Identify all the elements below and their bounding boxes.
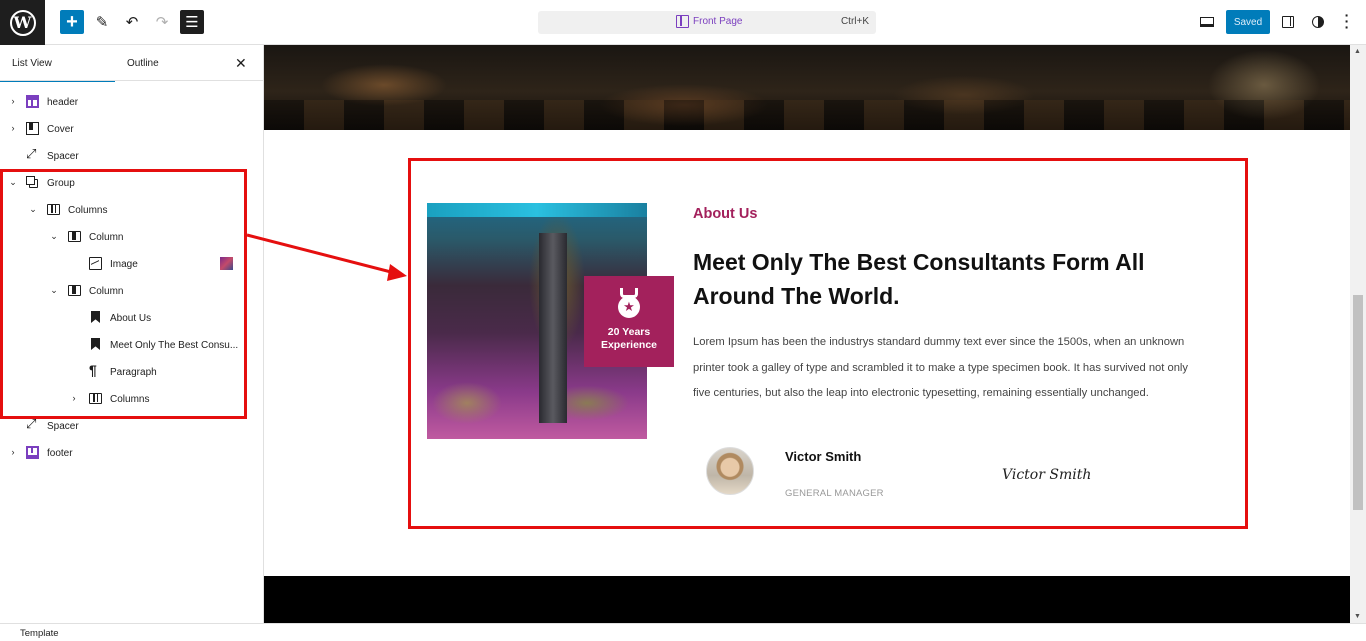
command-palette-bar[interactable]: Front Page Ctrl+K <box>538 11 876 34</box>
tab-outline[interactable]: Outline <box>127 45 159 81</box>
cover-icon <box>26 122 39 135</box>
wordpress-logo-button[interactable]: W <box>0 0 45 45</box>
page-layout-icon <box>676 15 689 28</box>
list-view-button[interactable]: ☰ <box>180 10 204 34</box>
cover-image[interactable] <box>264 45 1350 130</box>
undo-button[interactable]: ↶ <box>120 10 144 34</box>
redo-button[interactable]: ↷ <box>150 10 174 34</box>
editor-top-bar: W + ✎ ↶ ↷ ☰ Front Page Ctrl+K Saved · · · <box>0 0 1366 45</box>
tab-list-view[interactable]: List View <box>0 45 115 82</box>
list-item-label: Spacer <box>47 421 79 432</box>
highlight-box-canvas <box>408 158 1248 529</box>
close-icon[interactable]: ✕ <box>235 55 247 72</box>
list-item-cover[interactable]: › Cover <box>0 115 264 142</box>
chevron-right-icon[interactable]: › <box>8 447 18 457</box>
chevron-right-icon[interactable]: › <box>8 123 18 133</box>
scroll-down-icon[interactable]: ▼ <box>1354 613 1361 620</box>
highlight-box-sidebar <box>0 169 247 419</box>
template-part-icon <box>26 95 39 108</box>
list-item-label: Cover <box>47 124 74 135</box>
list-item-header[interactable]: › header <box>0 88 264 115</box>
sidebar-tabs: List View Outline ✕ <box>0 45 263 82</box>
settings-sidebar-icon[interactable] <box>1282 16 1294 28</box>
saved-button[interactable]: Saved <box>1226 10 1270 34</box>
tools-button[interactable]: ✎ <box>90 10 114 34</box>
breadcrumb-template[interactable]: Template <box>20 628 59 639</box>
breadcrumb-bar: Template <box>0 623 1366 641</box>
chevron-right-icon[interactable]: › <box>8 96 18 106</box>
list-item-label: footer <box>47 448 73 459</box>
scrollbar-thumb[interactable] <box>1353 295 1363 510</box>
preview-device-icon[interactable] <box>1200 17 1214 27</box>
more-options-icon[interactable]: · · · <box>1342 8 1352 34</box>
document-title: Front Page <box>693 16 743 27</box>
spacer-icon <box>26 146 39 162</box>
wordpress-logo-icon: W <box>9 9 36 36</box>
spacer-icon <box>26 416 39 432</box>
list-item-label: Spacer <box>47 151 79 162</box>
styles-icon[interactable] <box>1312 16 1324 28</box>
list-item-label: header <box>47 97 79 108</box>
canvas-scrollbar[interactable]: ▲ ▼ <box>1350 45 1366 623</box>
list-item-spacer[interactable]: Spacer <box>0 142 264 169</box>
footer-block-preview[interactable] <box>264 576 1350 623</box>
shortcut-hint: Ctrl+K <box>840 16 869 27</box>
scroll-up-icon[interactable]: ▲ <box>1354 48 1361 55</box>
add-block-button[interactable]: + <box>60 10 84 34</box>
template-part-icon <box>26 446 39 459</box>
list-item-footer[interactable]: › footer <box>0 439 264 466</box>
